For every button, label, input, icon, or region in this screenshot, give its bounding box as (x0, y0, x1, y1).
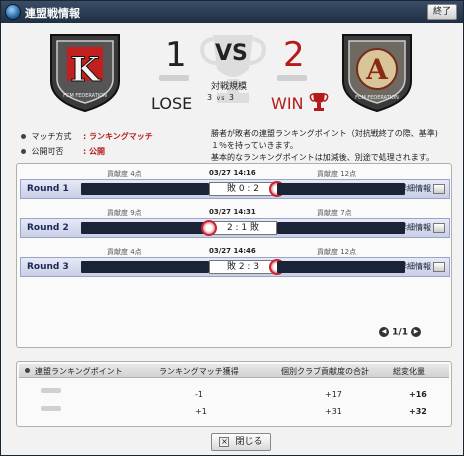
left-result: LOSE (151, 94, 193, 113)
round2-left-contrib: 貢献度 9点 (107, 209, 142, 217)
match-scale-label: 対戦規模 (211, 82, 248, 92)
row1-club-name-blurred (41, 388, 61, 393)
row1-gain: -1 (195, 390, 203, 399)
round3-left-contrib: 貢献度 4点 (107, 248, 142, 256)
left-club-name-blurred (159, 75, 189, 81)
vs-label: VS (215, 41, 248, 66)
svg-text:FCM FEDERATION: FCM FEDERATION (63, 93, 107, 99)
round3-right-contrib: 貢献度 12点 (317, 248, 357, 256)
round-1-row: Round 1 敗 0 : 2 詳細情報 (20, 179, 450, 199)
app-ball-icon (5, 4, 21, 20)
public-value: : 公開 (83, 147, 105, 156)
round-3-label: Round 3 (27, 262, 69, 272)
round-2-left-team (81, 222, 209, 234)
round-2-row: Round 2 2 : 1 敗 詳細情報 (20, 218, 450, 238)
round-3-detail-button[interactable]: 詳細情報 (399, 261, 445, 272)
match-type-row: マッチ方式 (21, 131, 72, 142)
next-page-icon[interactable]: ▶ (411, 327, 422, 337)
close-icon: × (219, 436, 230, 447)
rounds-panel: 貢献度 4点 03/27 14:16 貢献度 12点 Round 1 敗 0 :… (16, 163, 452, 348)
header-match-gain: ランキングマッチ獲得 (159, 367, 239, 376)
match-info-window: 連盟戦情報 終了 K FCM FEDERATION 1 VS 2 対戦規模 3 … (0, 0, 464, 456)
round1-time: 03/27 14:16 (209, 169, 256, 177)
detail-icon (433, 183, 445, 194)
right-score: 2 (283, 35, 305, 75)
round-2-score: 2 : 1 敗 (209, 221, 277, 235)
round-3-score: 敗 2 : 3 (209, 260, 277, 274)
round-3-right-team (277, 261, 405, 273)
left-club-emblem: K FCM FEDERATION (50, 34, 120, 113)
page-indicator: 1/1 (392, 327, 408, 338)
round-3-left-team (81, 261, 209, 273)
header-contrib-total: 個別クラブ貢献度の合計 (281, 367, 369, 376)
svg-text:A: A (365, 53, 389, 86)
summary-table: 連盟ランキングポイント ランキングマッチ獲得 個別クラブ貢献度の合計 総変化量 … (16, 361, 452, 427)
window-title: 連盟戦情報 (25, 7, 80, 20)
row2-club-name-blurred (41, 406, 61, 411)
header-total-change: 総変化量 (393, 367, 425, 376)
footer-close-button[interactable]: × 閉じる (211, 433, 271, 451)
round-2-win-seal-icon (201, 220, 217, 236)
row2-total: +32 (409, 407, 427, 416)
round-1-detail-button[interactable]: 詳細情報 (399, 183, 445, 194)
bullet-icon (21, 134, 26, 139)
summary-header: 連盟ランキングポイント ランキングマッチ獲得 個別クラブ貢献度の合計 総変化量 (19, 364, 449, 378)
prev-page-icon[interactable]: ◀ (379, 327, 389, 337)
round-2-detail-button[interactable]: 詳細情報 (399, 222, 445, 233)
title-close-button[interactable]: 終了 (427, 4, 457, 20)
round-1-label: Round 1 (27, 184, 69, 194)
round-1-right-team (277, 183, 405, 195)
public-row: 公開可否 (21, 146, 64, 157)
bullet-icon (21, 149, 26, 154)
round-1-left-team (81, 183, 209, 195)
row2-contrib: +31 (325, 407, 342, 416)
svg-text:K: K (70, 50, 101, 90)
bullet-icon (25, 368, 30, 373)
detail-icon (433, 222, 445, 233)
round-1-score: 敗 0 : 2 (209, 182, 277, 196)
round-3-row: Round 3 敗 2 : 3 詳細情報 (20, 257, 450, 277)
svg-text:FCM FEDERATION: FCM FEDERATION (355, 95, 399, 101)
match-type-value: : ランキングマッチ (83, 132, 153, 141)
row1-total: +16 (409, 390, 427, 399)
right-club-emblem: A FCM FEDERATION (342, 34, 412, 113)
right-club-name-blurred (277, 75, 307, 81)
detail-icon (433, 261, 445, 272)
winner-trophy-icon (309, 93, 329, 111)
header-ranking-points: 連盟ランキングポイント (35, 367, 123, 376)
round1-left-contrib: 貢献度 4点 (107, 170, 142, 178)
row1-contrib: +17 (325, 390, 342, 399)
left-score: 1 (165, 35, 187, 75)
match-type-label: マッチ方式 (31, 132, 72, 141)
round-2-right-team (277, 222, 405, 234)
round3-time: 03/27 14:46 (209, 247, 256, 255)
pager: ◀ 1/1 ▶ (379, 327, 422, 338)
round2-right-contrib: 貢献度 7点 (317, 209, 352, 217)
round-2-label: Round 2 (27, 223, 69, 233)
title-bar: 連盟戦情報 終了 (1, 1, 463, 23)
public-label: 公開可否 (31, 147, 64, 156)
round1-right-contrib: 貢献度 12点 (317, 170, 357, 178)
match-scale-values: 3 vs 3 (207, 93, 235, 102)
right-result: WIN (271, 94, 304, 113)
row2-gain: +1 (195, 407, 207, 416)
ranking-description: 勝者が敗者の連盟ランキングポイント（対抗戦終了の際、基準) １％を持っていきます… (211, 129, 438, 162)
round2-time: 03/27 14:31 (209, 208, 256, 216)
